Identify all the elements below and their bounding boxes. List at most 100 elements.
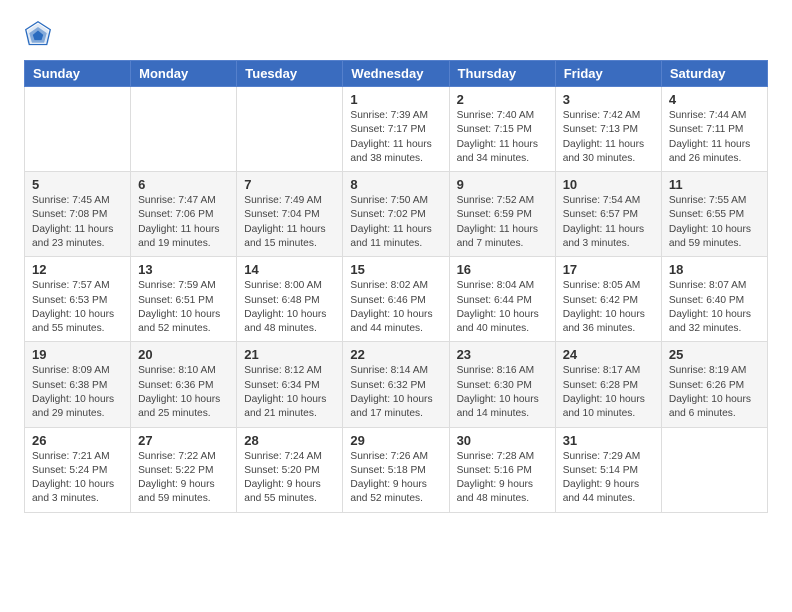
day-number: 9: [457, 177, 548, 192]
day-number: 8: [350, 177, 441, 192]
day-info: Sunrise: 8:17 AM Sunset: 6:28 PM Dayligh…: [563, 364, 654, 421]
day-info: Sunrise: 7:55 AM Sunset: 6:55 PM Dayligh…: [669, 194, 760, 251]
weekday-header-friday: Friday: [555, 61, 661, 87]
day-number: 11: [669, 177, 760, 192]
calendar-cell: 29 Sunrise: 7:26 AM Sunset: 5:18 PM Dayli…: [343, 427, 449, 512]
calendar-cell: [661, 427, 767, 512]
day-number: 10: [563, 177, 654, 192]
day-info: Sunrise: 7:26 AM Sunset: 5:18 PM Dayligh…: [350, 450, 441, 507]
day-info: Sunrise: 8:07 AM Sunset: 6:40 PM Dayligh…: [669, 279, 760, 336]
day-number: 22: [350, 347, 441, 362]
calendar-cell: 25 Sunrise: 8:19 AM Sunset: 6:26 PM Dayli…: [661, 342, 767, 427]
day-info: Sunrise: 8:04 AM Sunset: 6:44 PM Dayligh…: [457, 279, 548, 336]
day-number: 27: [138, 433, 229, 448]
weekday-header-wednesday: Wednesday: [343, 61, 449, 87]
day-number: 23: [457, 347, 548, 362]
day-info: Sunrise: 7:24 AM Sunset: 5:20 PM Dayligh…: [244, 450, 335, 507]
calendar-week-row: 12 Sunrise: 7:57 AM Sunset: 6:53 PM Dayli…: [25, 257, 768, 342]
calendar-cell: 30 Sunrise: 7:28 AM Sunset: 5:16 PM Dayli…: [449, 427, 555, 512]
day-number: 14: [244, 262, 335, 277]
calendar-cell: 17 Sunrise: 8:05 AM Sunset: 6:42 PM Dayli…: [555, 257, 661, 342]
day-info: Sunrise: 7:54 AM Sunset: 6:57 PM Dayligh…: [563, 194, 654, 251]
day-info: Sunrise: 7:28 AM Sunset: 5:16 PM Dayligh…: [457, 450, 548, 507]
calendar-cell: 12 Sunrise: 7:57 AM Sunset: 6:53 PM Dayli…: [25, 257, 131, 342]
day-info: Sunrise: 7:44 AM Sunset: 7:11 PM Dayligh…: [669, 109, 760, 166]
calendar-cell: 6Sunrise: 7:47 AM Sunset: 7:06 PM Daylig…: [131, 172, 237, 257]
day-info: Sunrise: 7:57 AM Sunset: 6:53 PM Dayligh…: [32, 279, 123, 336]
day-number: 31: [563, 433, 654, 448]
day-info: Sunrise: 8:19 AM Sunset: 6:26 PM Dayligh…: [669, 364, 760, 421]
calendar-table: SundayMondayTuesdayWednesdayThursdayFrid…: [24, 60, 768, 513]
day-info: Sunrise: 7:42 AM Sunset: 7:13 PM Dayligh…: [563, 109, 654, 166]
calendar-cell: 31 Sunrise: 7:29 AM Sunset: 5:14 PM Dayli…: [555, 427, 661, 512]
day-number: 30: [457, 433, 548, 448]
calendar-cell: 14 Sunrise: 8:00 AM Sunset: 6:48 PM Dayli…: [237, 257, 343, 342]
day-number: 25: [669, 347, 760, 362]
day-info: Sunrise: 8:02 AM Sunset: 6:46 PM Dayligh…: [350, 279, 441, 336]
day-number: 24: [563, 347, 654, 362]
day-info: Sunrise: 7:29 AM Sunset: 5:14 PM Dayligh…: [563, 450, 654, 507]
calendar-cell: 26Sunrise: 7:21 AM Sunset: 5:24 PM Dayli…: [25, 427, 131, 512]
calendar-cell: 2 Sunrise: 7:40 AM Sunset: 7:15 PM Daylig…: [449, 87, 555, 172]
day-number: 20: [138, 347, 229, 362]
day-info: Sunrise: 7:45 AM Sunset: 7:08 PM Dayligh…: [32, 194, 123, 251]
calendar-week-row: 1 Sunrise: 7:39 AM Sunset: 7:17 PM Daylig…: [25, 87, 768, 172]
calendar-cell: 9 Sunrise: 7:52 AM Sunset: 6:59 PM Daylig…: [449, 172, 555, 257]
calendar-cell: 3 Sunrise: 7:42 AM Sunset: 7:13 PM Daylig…: [555, 87, 661, 172]
header: [24, 20, 768, 48]
day-info: Sunrise: 7:50 AM Sunset: 7:02 PM Dayligh…: [350, 194, 441, 251]
weekday-header-sunday: Sunday: [25, 61, 131, 87]
page: SundayMondayTuesdayWednesdayThursdayFrid…: [0, 0, 792, 529]
day-info: Sunrise: 7:49 AM Sunset: 7:04 PM Dayligh…: [244, 194, 335, 251]
day-number: 29: [350, 433, 441, 448]
weekday-header-monday: Monday: [131, 61, 237, 87]
logo-icon: [24, 20, 52, 48]
day-info: Sunrise: 8:00 AM Sunset: 6:48 PM Dayligh…: [244, 279, 335, 336]
day-number: 26: [32, 433, 123, 448]
calendar-week-row: 5 Sunrise: 7:45 AM Sunset: 7:08 PM Daylig…: [25, 172, 768, 257]
day-info: Sunrise: 8:14 AM Sunset: 6:32 PM Dayligh…: [350, 364, 441, 421]
calendar-cell: 11 Sunrise: 7:55 AM Sunset: 6:55 PM Dayli…: [661, 172, 767, 257]
day-number: 12: [32, 262, 123, 277]
calendar-cell: 28Sunrise: 7:24 AM Sunset: 5:20 PM Dayli…: [237, 427, 343, 512]
calendar-cell: 18 Sunrise: 8:07 AM Sunset: 6:40 PM Dayli…: [661, 257, 767, 342]
calendar-cell: 16Sunrise: 8:04 AM Sunset: 6:44 PM Dayli…: [449, 257, 555, 342]
calendar-cell: 20 Sunrise: 8:10 AM Sunset: 6:36 PM Dayli…: [131, 342, 237, 427]
calendar-cell: 21 Sunrise: 8:12 AM Sunset: 6:34 PM Dayli…: [237, 342, 343, 427]
calendar-cell: 27 Sunrise: 7:22 AM Sunset: 5:22 PM Dayli…: [131, 427, 237, 512]
calendar-week-row: 26Sunrise: 7:21 AM Sunset: 5:24 PM Dayli…: [25, 427, 768, 512]
day-info: Sunrise: 8:16 AM Sunset: 6:30 PM Dayligh…: [457, 364, 548, 421]
calendar-cell: 22 Sunrise: 8:14 AM Sunset: 6:32 PM Dayli…: [343, 342, 449, 427]
day-number: 1: [350, 92, 441, 107]
calendar-cell: 19 Sunrise: 8:09 AM Sunset: 6:38 PM Dayli…: [25, 342, 131, 427]
calendar-week-row: 19 Sunrise: 8:09 AM Sunset: 6:38 PM Dayli…: [25, 342, 768, 427]
day-number: 19: [32, 347, 123, 362]
day-number: 15: [350, 262, 441, 277]
day-info: Sunrise: 7:22 AM Sunset: 5:22 PM Dayligh…: [138, 450, 229, 507]
day-info: Sunrise: 8:05 AM Sunset: 6:42 PM Dayligh…: [563, 279, 654, 336]
day-info: Sunrise: 7:52 AM Sunset: 6:59 PM Dayligh…: [457, 194, 548, 251]
calendar-cell: 1 Sunrise: 7:39 AM Sunset: 7:17 PM Daylig…: [343, 87, 449, 172]
day-info: Sunrise: 7:47 AM Sunset: 7:06 PM Dayligh…: [138, 194, 229, 251]
weekday-header-saturday: Saturday: [661, 61, 767, 87]
calendar-cell: [237, 87, 343, 172]
day-number: 21: [244, 347, 335, 362]
logo: [24, 20, 56, 48]
day-number: 7: [244, 177, 335, 192]
day-number: 18: [669, 262, 760, 277]
day-info: Sunrise: 8:10 AM Sunset: 6:36 PM Dayligh…: [138, 364, 229, 421]
day-number: 5: [32, 177, 123, 192]
day-info: Sunrise: 8:12 AM Sunset: 6:34 PM Dayligh…: [244, 364, 335, 421]
weekday-header-row: SundayMondayTuesdayWednesdayThursdayFrid…: [25, 61, 768, 87]
day-info: Sunrise: 7:40 AM Sunset: 7:15 PM Dayligh…: [457, 109, 548, 166]
day-info: Sunrise: 7:39 AM Sunset: 7:17 PM Dayligh…: [350, 109, 441, 166]
calendar-cell: 15 Sunrise: 8:02 AM Sunset: 6:46 PM Dayli…: [343, 257, 449, 342]
weekday-header-thursday: Thursday: [449, 61, 555, 87]
day-info: Sunrise: 8:09 AM Sunset: 6:38 PM Dayligh…: [32, 364, 123, 421]
day-number: 2: [457, 92, 548, 107]
day-number: 17: [563, 262, 654, 277]
calendar-cell: 23 Sunrise: 8:16 AM Sunset: 6:30 PM Dayli…: [449, 342, 555, 427]
day-number: 13: [138, 262, 229, 277]
day-number: 3: [563, 92, 654, 107]
calendar-cell: [25, 87, 131, 172]
